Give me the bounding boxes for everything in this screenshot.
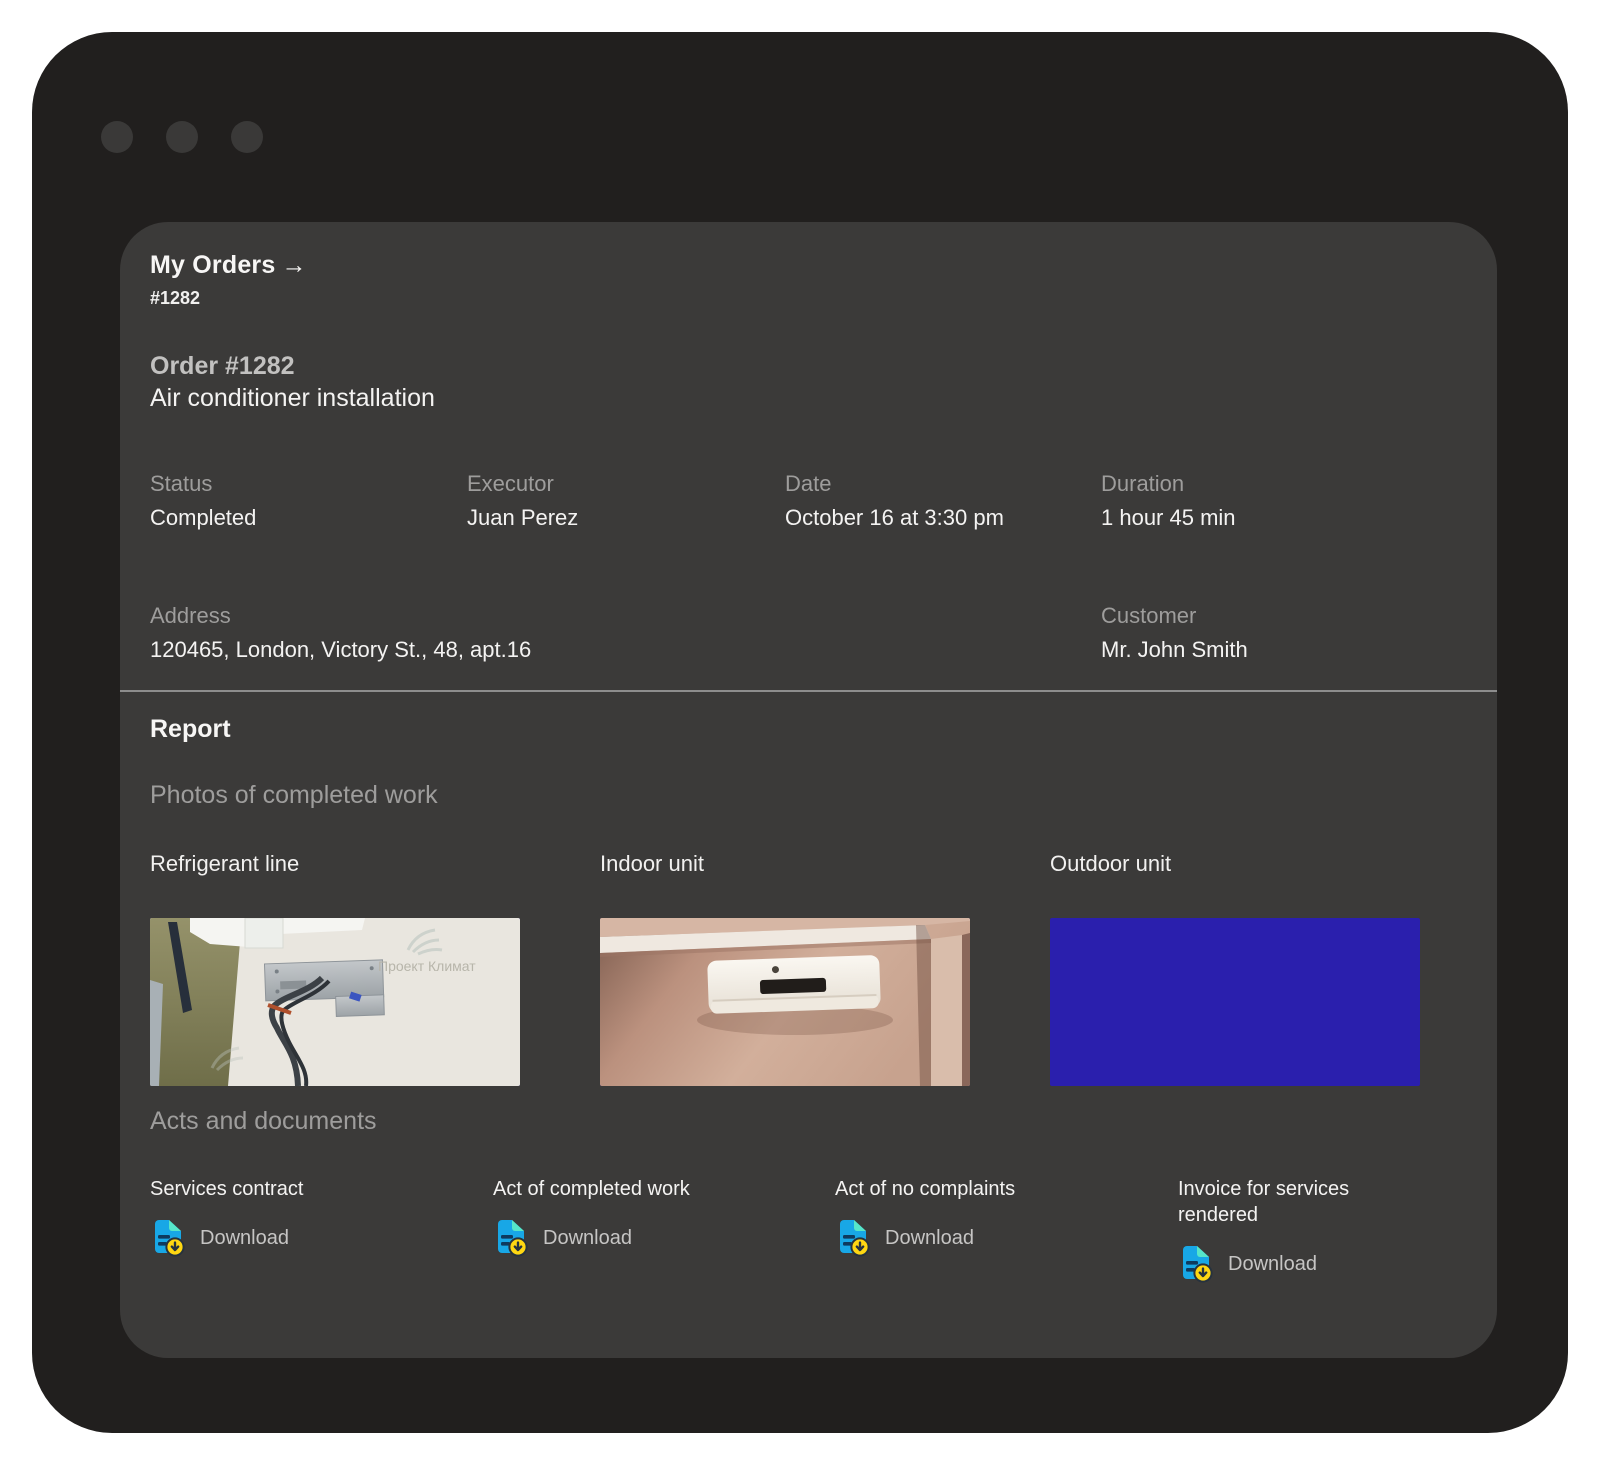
refrigerant-line-photo-graphic: Проект Климат (150, 918, 520, 1086)
breadcrumb-my-orders-link[interactable]: My Orders (150, 251, 275, 279)
documents-grid: Services contract Download (150, 1176, 1467, 1284)
download-label[interactable]: Download (885, 1227, 974, 1250)
report-title: Report (150, 714, 1467, 744)
executor-field: Executor Juan Perez (467, 471, 785, 531)
address-label: Address (150, 603, 785, 629)
photo-watermark-text: Проект Климат (378, 958, 476, 974)
photo-indoor-unit[interactable] (600, 918, 970, 1086)
photo-title-indoor-unit: Indoor unit (600, 850, 1050, 878)
date-field: Date October 16 at 3:30 pm (785, 471, 1101, 531)
duration-field: Duration 1 hour 45 min (1101, 471, 1467, 531)
duration-value: 1 hour 45 min (1101, 505, 1467, 531)
doc-act-no-complaints: Act of no complaints Download (835, 1176, 1178, 1284)
duration-label: Duration (1101, 471, 1467, 497)
address-value: 120465, London, Victory St., 48, apt.16 (150, 637, 785, 663)
date-value: October 16 at 3:30 pm (785, 505, 1101, 531)
photos-grid: Refrigerant line (150, 850, 1467, 1086)
docs-heading: Acts and documents (150, 1106, 1467, 1136)
breadcrumb-order-number: #1282 (150, 288, 1467, 309)
download-link-invoice-services[interactable]: Download (1178, 1244, 1317, 1284)
photo-outdoor-unit[interactable] (1050, 918, 1420, 1086)
breadcrumb[interactable]: My Orders→ (150, 250, 1467, 280)
status-label: Status (150, 471, 467, 497)
download-label[interactable]: Download (200, 1227, 289, 1250)
doc-act-completed-work: Act of completed work Download (493, 1176, 835, 1284)
download-link-act-no-complaints[interactable]: Download (835, 1218, 974, 1258)
document-download-icon[interactable] (150, 1218, 186, 1258)
customer-value: Mr. John Smith (1101, 637, 1467, 663)
window-dot-3[interactable] (231, 121, 263, 153)
download-link-act-completed-work[interactable]: Download (493, 1218, 632, 1258)
window-dot-2[interactable] (166, 121, 198, 153)
status-value: Completed (150, 505, 467, 531)
download-link-services-contract[interactable]: Download (150, 1218, 289, 1258)
executor-value: Juan Perez (467, 505, 785, 531)
doc-services-contract: Services contract Download (150, 1176, 493, 1284)
customer-label: Customer (1101, 603, 1467, 629)
photo-title-outdoor-unit: Outdoor unit (1050, 850, 1500, 878)
customer-field: Customer Mr. John Smith (1101, 603, 1467, 663)
download-label[interactable]: Download (1228, 1253, 1317, 1276)
doc-title-act-completed-work: Act of completed work (493, 1176, 708, 1202)
window-controls (101, 121, 263, 153)
document-download-icon[interactable] (1178, 1244, 1214, 1284)
download-label[interactable]: Download (543, 1227, 632, 1250)
indoor-unit-photo-graphic (600, 918, 970, 1086)
doc-title-services-contract: Services contract (150, 1176, 365, 1202)
photos-heading: Photos of completed work (150, 780, 1467, 810)
document-download-icon[interactable] (493, 1218, 529, 1258)
status-field: Status Completed (150, 471, 467, 531)
photo-refrigerant-line[interactable]: Проект Климат (150, 918, 520, 1086)
order-details-row-1: Status Completed Executor Juan Perez Dat… (150, 471, 1467, 531)
section-divider (120, 690, 1497, 692)
executor-label: Executor (467, 471, 785, 497)
order-card: My Orders→ #1282 Order #1282 Air conditi… (120, 222, 1497, 1358)
address-field: Address 120465, London, Victory St., 48,… (150, 603, 785, 663)
photo-cell-outdoor-unit: Outdoor unit (1050, 850, 1500, 1086)
doc-invoice-services: Invoice for services rendered Download (1178, 1176, 1467, 1284)
photo-title-refrigerant-line: Refrigerant line (150, 850, 600, 878)
document-download-icon[interactable] (835, 1218, 871, 1258)
order-title: Order #1282 (150, 351, 1467, 381)
order-details-row-2: Address 120465, London, Victory St., 48,… (150, 603, 1467, 663)
doc-title-act-no-complaints: Act of no complaints (835, 1176, 1050, 1202)
arrow-right-icon: → (281, 251, 306, 279)
date-label: Date (785, 471, 1101, 497)
app-frame: My Orders→ #1282 Order #1282 Air conditi… (32, 32, 1568, 1433)
photo-cell-refrigerant-line: Refrigerant line (150, 850, 600, 1086)
screenshot-canvas: My Orders→ #1282 Order #1282 Air conditi… (0, 0, 1600, 1465)
order-subtitle: Air conditioner installation (150, 381, 1467, 415)
window-dot-1[interactable] (101, 121, 133, 153)
photo-cell-indoor-unit: Indoor unit (600, 850, 1050, 1086)
doc-title-invoice-services: Invoice for services rendered (1178, 1176, 1393, 1228)
